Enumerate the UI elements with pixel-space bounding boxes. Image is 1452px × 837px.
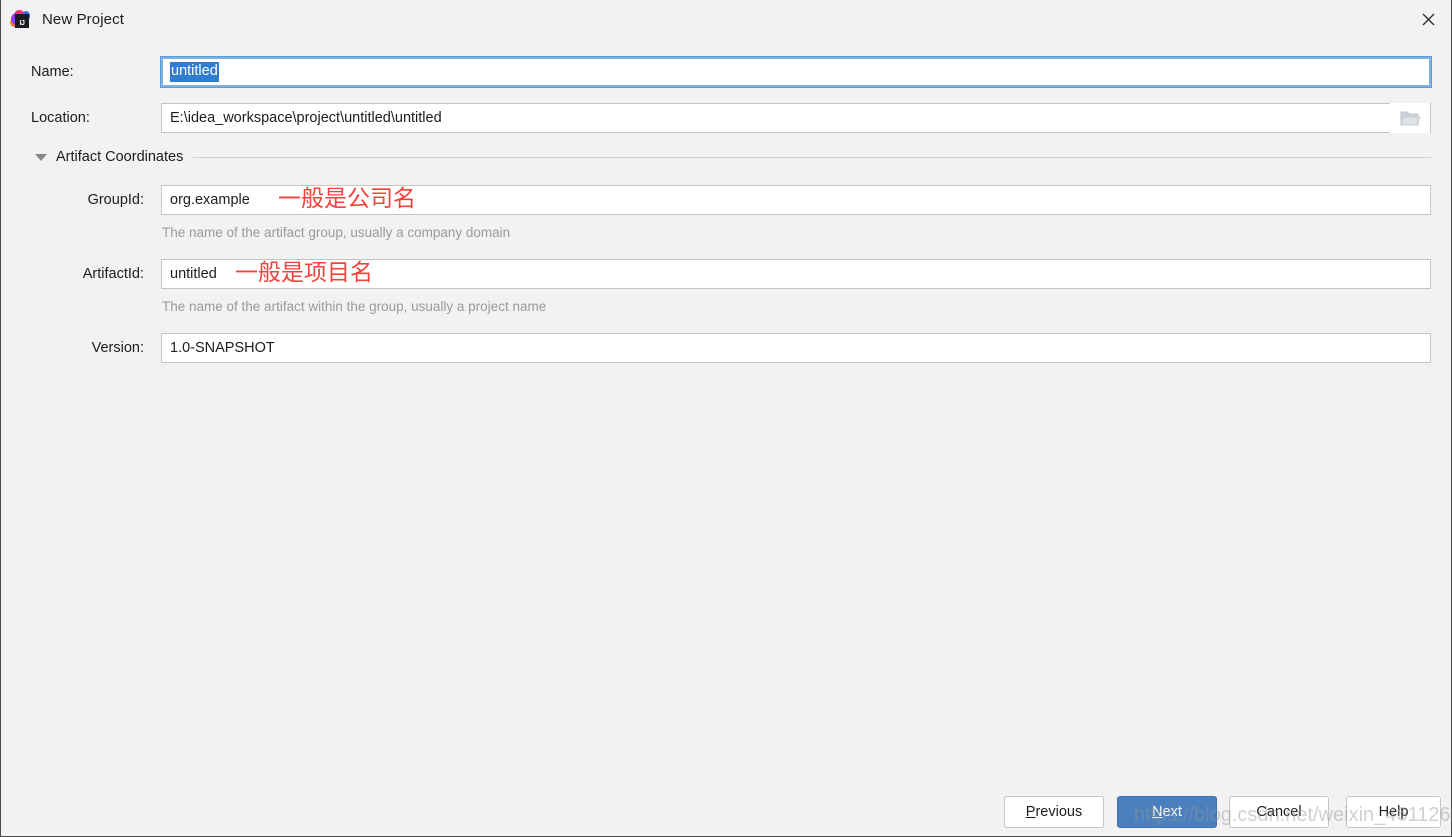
- next-button-label: ext: [1162, 804, 1182, 820]
- section-divider: [193, 156, 1431, 158]
- window-title: New Project: [42, 11, 124, 28]
- groupid-hint: The name of the artifact group, usually …: [162, 225, 511, 240]
- location-input[interactable]: E:\idea_workspace\project\untitled\untit…: [161, 103, 1431, 133]
- close-icon: [1422, 13, 1434, 25]
- version-label: Version:: [91, 340, 144, 356]
- help-button[interactable]: Help: [1346, 796, 1441, 828]
- browse-folder-button[interactable]: [1390, 103, 1430, 133]
- folder-icon: [1399, 111, 1421, 125]
- location-label: Location:: [31, 110, 90, 126]
- artifactid-annotation: 一般是项目名: [235, 260, 373, 286]
- name-label: Name:: [31, 64, 74, 80]
- next-button[interactable]: Next: [1117, 796, 1217, 828]
- icon-monogram: IJ: [19, 19, 25, 27]
- version-input[interactable]: 1.0-SNAPSHOT: [161, 333, 1431, 363]
- groupid-row: GroupId: org.example: [31, 185, 1431, 215]
- previous-button-mnemonic: P: [1025, 804, 1036, 820]
- location-input-value: E:\idea_workspace\project\untitled\untit…: [170, 110, 442, 126]
- previous-button-label: revious: [1035, 804, 1083, 820]
- close-button[interactable]: [1405, 0, 1451, 38]
- groupid-label: GroupId:: [87, 192, 144, 208]
- title-bar: IJ New Project: [1, 0, 1451, 39]
- name-input[interactable]: untitled: [160, 56, 1432, 88]
- groupid-annotation: 一般是公司名: [278, 186, 416, 212]
- name-row: Name: untitled: [31, 56, 1432, 88]
- new-project-dialog: IJ New Project Name: untitled Location: …: [0, 0, 1452, 837]
- previous-button[interactable]: Previous: [1004, 796, 1104, 828]
- location-row: Location: E:\idea_workspace\project\unti…: [31, 103, 1431, 133]
- next-button-mnemonic: N: [1152, 804, 1163, 820]
- name-input-value: untitled: [170, 62, 219, 82]
- version-input-value: 1.0-SNAPSHOT: [170, 340, 275, 356]
- artifactid-label: ArtifactId:: [82, 266, 144, 282]
- intellij-idea-icon: IJ: [10, 9, 30, 30]
- artifact-coordinates-section-header[interactable]: Artifact Coordinates: [31, 149, 1431, 165]
- cancel-button[interactable]: Cancel: [1229, 796, 1329, 828]
- chevron-down-icon: [35, 153, 47, 161]
- dialog-button-bar: Previous Next Cancel Help: [1, 796, 1452, 837]
- help-button-label: Help: [1378, 804, 1409, 820]
- artifact-coordinates-label: Artifact Coordinates: [56, 149, 184, 165]
- artifactid-hint: The name of the artifact within the grou…: [162, 299, 547, 314]
- version-row: Version: 1.0-SNAPSHOT: [31, 333, 1431, 363]
- groupid-input-value: org.example: [170, 192, 250, 208]
- artifactid-input-value: untitled: [170, 266, 217, 282]
- cancel-button-label: Cancel: [1256, 804, 1302, 820]
